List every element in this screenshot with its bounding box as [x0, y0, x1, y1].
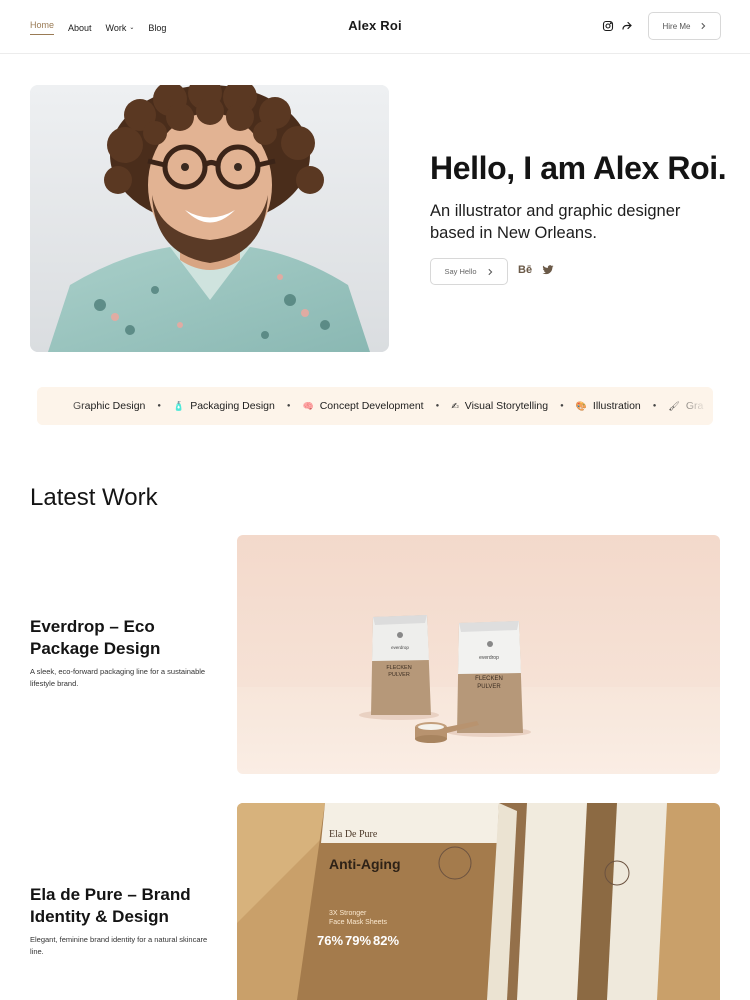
bag-label-left: FLECKEN — [386, 665, 411, 671]
behance-icon[interactable]: Bē — [518, 264, 532, 276]
box-product: Anti-Aging — [329, 856, 401, 872]
brain-icon: 🧠 — [302, 400, 314, 411]
box-tagline-2: Face Mask Sheets — [329, 919, 387, 926]
palette-icon: 🎨 — [575, 400, 587, 411]
marquee-item: 🧠 Concept Development — [302, 400, 423, 412]
chevron-down-icon: ⌄ — [129, 25, 135, 31]
nav-blog[interactable]: Blog — [148, 20, 166, 35]
marquee-item-label: Graphic Design — [73, 400, 146, 412]
lotion-icon: 🧴 — [173, 400, 185, 411]
hero-title: Hello, I am Alex Roi. — [430, 150, 727, 186]
bag-label-left-2: PULVER — [388, 672, 410, 678]
hero-subtitle: An illustrator and graphic designer base… — [430, 202, 681, 242]
project-title[interactable]: Ela de Pure – Brand Identity & Design — [30, 884, 225, 928]
chevron-right-icon — [487, 268, 492, 275]
marquee-item: 🎨 Illustration — [576, 400, 641, 412]
marquee-item: ✍ Visual Storytelling — [451, 400, 548, 412]
say-hello-label: Say Hello — [444, 267, 477, 276]
profile-photo — [30, 85, 389, 352]
main-nav: Home About Work ⌄ Blog — [30, 20, 166, 35]
project-description: Elegant, feminine brand identity for a n… — [30, 935, 208, 956]
paintbrush-icon: 🖌 — [668, 400, 680, 411]
share-icon[interactable] — [621, 20, 633, 32]
box-stat-1: 76% — [317, 933, 343, 948]
box-brand: Ela De Pure — [329, 829, 378, 840]
marquee-item-label: Concept Development — [319, 400, 424, 412]
project-description: A sleek, eco-forward packaging line for … — [30, 667, 206, 688]
chevron-right-icon — [700, 22, 705, 30]
box-tagline: 3X Stronger — [329, 910, 367, 917]
twitter-icon[interactable] — [542, 264, 554, 276]
bag-label-right: FLECKEN — [475, 676, 503, 682]
separator-dot: ● — [652, 403, 657, 409]
hero-social-links: Bē — [518, 264, 554, 276]
project-title[interactable]: Everdrop – Eco Package Design — [30, 616, 225, 660]
header-social — [602, 20, 633, 32]
nav-about[interactable]: About — [68, 20, 92, 35]
separator-dot: ● — [435, 403, 440, 409]
writing-hand-icon: ✍ — [451, 400, 459, 411]
marquee-item: Graphic Design — [73, 400, 145, 412]
brand-name[interactable]: Alex Roi — [348, 18, 402, 33]
nav-home[interactable]: Home — [30, 20, 55, 35]
marquee-item: 🧴 Packaging Design — [173, 400, 275, 412]
bag-label-right-2: PULVER — [477, 684, 501, 690]
separator-dot: ● — [560, 403, 564, 409]
skills-marquee: Graphic Design ● 🧴 Packaging Design ● 🧠 … — [37, 387, 713, 425]
project-image-ela-de-pure[interactable]: Ela De Pure Anti-Aging 3X Stronger Face … — [237, 803, 720, 1000]
nav-work-label: Work — [105, 22, 127, 33]
marquee-item-label: Visual Storytelling — [464, 400, 549, 412]
bag-brand-right: everdrop — [479, 655, 499, 661]
box-stat-2: 79% — [345, 933, 371, 948]
project-image-everdrop[interactable]: everdrop everdrop FLECKEN PULVER FLECKEN… — [237, 535, 720, 774]
latest-work-heading: Latest Work — [30, 484, 158, 511]
separator-dot: ● — [286, 403, 291, 409]
instagram-icon[interactable] — [602, 20, 614, 32]
marquee-track: Graphic Design ● 🧴 Packaging Design ● 🧠 … — [73, 400, 703, 412]
box-stat-3: 82% — [373, 933, 399, 948]
separator-dot: ● — [157, 403, 161, 409]
hire-me-label: Hire Me — [662, 21, 691, 31]
site-header: Home About Work ⌄ Blog Alex Roi Hire Me — [0, 0, 750, 54]
marquee-item-label: Illustration — [592, 400, 641, 412]
marquee-item-label: Packaging Design — [190, 400, 275, 412]
bag-brand-left: everdrop — [391, 645, 409, 650]
say-hello-button[interactable]: Say Hello — [430, 258, 508, 285]
marquee-item: 🖌 Gra — [668, 400, 703, 412]
marquee-item-label: Gra — [685, 400, 704, 412]
hire-me-button[interactable]: Hire Me — [648, 12, 721, 40]
nav-work[interactable]: Work ⌄ — [106, 20, 135, 35]
